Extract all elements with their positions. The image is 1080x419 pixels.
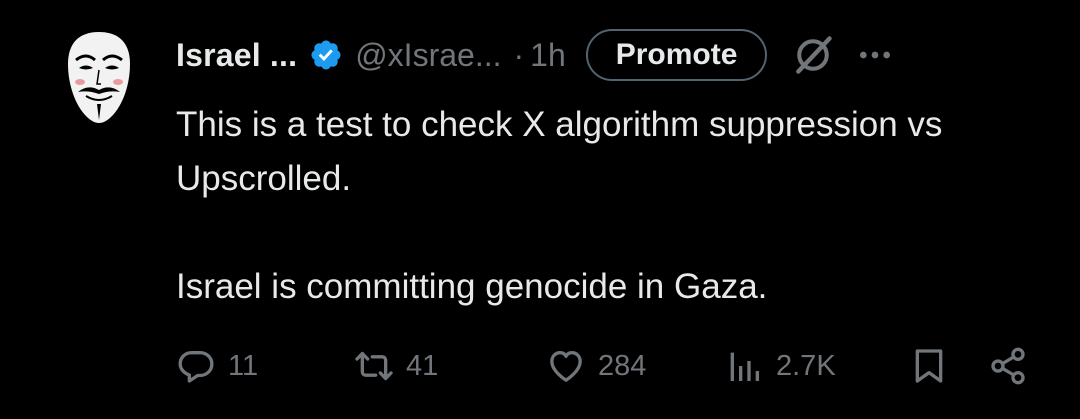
reply-icon bbox=[178, 351, 214, 383]
tweet-text: This is a test to check X algorithm supp… bbox=[176, 98, 1056, 314]
tweet-text-line: Israel is committing genocide in Gaza. bbox=[176, 267, 768, 306]
views-count: 2.7K bbox=[776, 349, 836, 382]
retweet-icon bbox=[355, 351, 393, 381]
bookmark-button[interactable] bbox=[909, 346, 949, 386]
share-button[interactable] bbox=[988, 346, 1028, 386]
tweet[interactable]: Israel ... @xIsrae... · 1h Promote This … bbox=[0, 0, 1080, 419]
reply-button[interactable]: 11 bbox=[176, 346, 258, 386]
author-handle[interactable]: @xIsrae... bbox=[355, 37, 501, 74]
bookmark-icon bbox=[915, 349, 943, 383]
verified-badge-icon[interactable] bbox=[309, 38, 343, 72]
share-icon bbox=[991, 347, 1025, 385]
author-name[interactable]: Israel ... bbox=[176, 37, 297, 74]
like-count: 284 bbox=[598, 349, 647, 382]
views-bar-chart-icon bbox=[730, 352, 759, 381]
tweet-text-line: This is a test to check X algorithm supp… bbox=[176, 105, 943, 198]
views-button[interactable]: 2.7K bbox=[724, 346, 836, 386]
reply-count: 11 bbox=[228, 349, 259, 382]
like-button[interactable]: 284 bbox=[546, 346, 646, 386]
promote-button[interactable]: Promote bbox=[585, 29, 768, 81]
retweet-count: 41 bbox=[406, 349, 439, 382]
grok-icon[interactable] bbox=[791, 33, 835, 77]
avatar[interactable] bbox=[64, 30, 134, 125]
timestamp[interactable]: 1h bbox=[530, 37, 566, 74]
action-bar: 11 41 284 2.7K bbox=[176, 340, 1046, 392]
tweet-header: Israel ... @xIsrae... · 1h Promote bbox=[176, 26, 1056, 84]
heart-icon bbox=[550, 351, 582, 382]
separator-dot: · bbox=[513, 36, 525, 73]
retweet-button[interactable]: 41 bbox=[354, 346, 438, 386]
more-dots-icon[interactable] bbox=[855, 35, 895, 75]
